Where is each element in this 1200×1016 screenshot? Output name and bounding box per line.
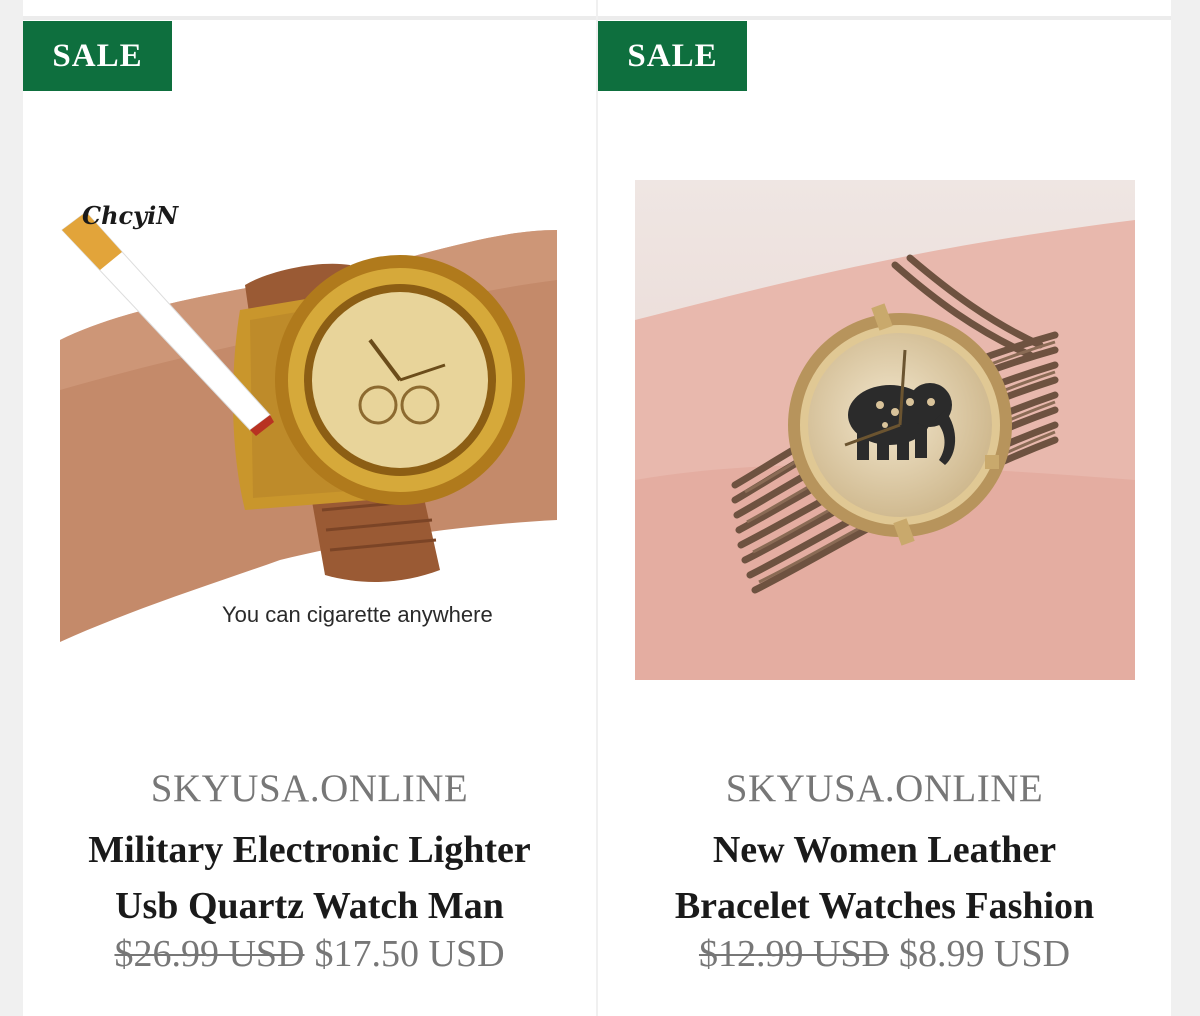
sale-badge: SALE bbox=[23, 21, 172, 91]
product-title-line1: Military Electronic Lighter bbox=[88, 829, 531, 871]
product-card[interactable]: SALE bbox=[23, 0, 596, 1016]
sale-price: $17.50 USD bbox=[314, 933, 505, 975]
product-title-line2: Usb Quartz Watch Man bbox=[115, 885, 504, 927]
brand-logo: ChcyiN bbox=[82, 201, 179, 230]
card-divider bbox=[23, 16, 596, 20]
original-price: $26.99 USD bbox=[114, 933, 305, 975]
product-title-line1: New Women Leather bbox=[712, 829, 1057, 871]
product-title-line2: Bracelet Watches Fashion bbox=[674, 885, 1095, 927]
product-grid: SALE ChcyiN You can cigarette anywhere S… bbox=[0, 0, 1200, 1016]
product-image-lighter-watch[interactable]: ChcyiN You can cigarette anywhere bbox=[60, 190, 557, 644]
image-caption: You can cigarette anywhere bbox=[222, 602, 493, 627]
product-title[interactable]: Military Electronic Lighter Usb Quartz W… bbox=[43, 822, 576, 934]
product-title[interactable]: New Women Leather Bracelet Watches Fashi… bbox=[618, 822, 1151, 934]
sale-badge: SALE bbox=[598, 21, 747, 91]
price-row: $26.99 USD $17.50 USD bbox=[23, 932, 596, 976]
sale-price: $8.99 USD bbox=[899, 933, 1071, 975]
product-image-elephant-watch[interactable] bbox=[635, 180, 1135, 680]
original-price: $12.99 USD bbox=[698, 933, 889, 975]
vendor-name: SKYUSA.ONLINE bbox=[150, 767, 469, 810]
card-divider bbox=[598, 16, 1171, 20]
vendor-name: SKYUSA.ONLINE bbox=[725, 767, 1044, 810]
product-card[interactable]: SALE bbox=[598, 0, 1171, 1016]
price-row: $12.99 USD $8.99 USD bbox=[598, 932, 1171, 976]
